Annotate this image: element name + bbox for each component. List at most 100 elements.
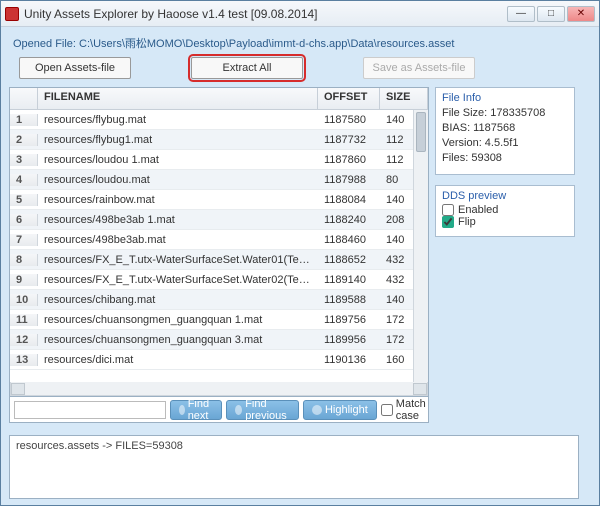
find-next-button[interactable]: Find next <box>170 400 222 420</box>
table-row[interactable]: 12resources/chuansongmen_guangquan 3.mat… <box>10 330 428 350</box>
row-index: 7 <box>10 234 38 246</box>
table-row[interactable]: 11resources/chuansongmen_guangquan 1.mat… <box>10 310 428 330</box>
row-index: 8 <box>10 254 38 266</box>
col-header-offset[interactable]: OFFSET <box>318 88 380 109</box>
window-controls: — □ ✕ <box>505 6 595 22</box>
row-offset: 1189140 <box>318 274 380 286</box>
file-info-bias: BIAS: 1187568 <box>442 121 568 136</box>
row-filename: resources/498be3ab.mat <box>38 234 318 246</box>
row-offset: 1190136 <box>318 354 380 366</box>
row-index: 4 <box>10 174 38 186</box>
row-index: 9 <box>10 274 38 286</box>
dds-preview-panel: DDS preview Enabled Flip <box>435 185 575 237</box>
save-assets-button: Save as Assets-file <box>363 57 475 79</box>
row-offset: 1187580 <box>318 114 380 126</box>
table-row[interactable]: 6resources/498be3ab 1.mat1188240208 <box>10 210 428 230</box>
dds-preview-title: DDS preview <box>442 190 568 202</box>
row-offset: 1187988 <box>318 174 380 186</box>
hscroll-right[interactable] <box>413 383 427 395</box>
hscroll-left[interactable] <box>11 383 25 395</box>
col-header-filename[interactable]: FILENAME <box>38 88 318 109</box>
row-index: 13 <box>10 354 38 366</box>
row-filename: resources/498be3ab 1.mat <box>38 214 318 226</box>
arrow-up-icon <box>235 405 242 415</box>
row-index: 5 <box>10 194 38 206</box>
table-row[interactable]: 1resources/flybug.mat1187580140 <box>10 110 428 130</box>
match-case-checkbox[interactable]: Match case <box>381 398 426 422</box>
titlebar[interactable]: Unity Assets Explorer by Haoose v1.4 tes… <box>1 1 599 27</box>
log-output[interactable]: resources.assets -> FILES=59308 <box>9 435 579 499</box>
find-previous-button[interactable]: Find previous <box>226 400 299 420</box>
grid-body[interactable]: 1resources/flybug.mat11875801402resource… <box>10 110 428 382</box>
match-case-input[interactable] <box>381 404 393 416</box>
row-offset: 1189588 <box>318 294 380 306</box>
row-index: 6 <box>10 214 38 226</box>
main-toolbar: Open Assets-file Extract All Save as Ass… <box>19 57 593 79</box>
table-row[interactable]: 3resources/loudou 1.mat1187860112 <box>10 150 428 170</box>
row-filename: resources/flybug.mat <box>38 114 318 126</box>
app-icon <box>5 7 19 21</box>
dds-enabled-checkbox[interactable]: Enabled <box>442 204 568 216</box>
row-filename: resources/loudou.mat <box>38 174 318 186</box>
window-title: Unity Assets Explorer by Haoose v1.4 tes… <box>24 7 505 21</box>
table-row[interactable]: 2resources/flybug1.mat1187732112 <box>10 130 428 150</box>
left-column: FILENAME OFFSET SIZE 1resources/flybug.m… <box>9 87 429 425</box>
row-index: 12 <box>10 334 38 346</box>
row-index: 11 <box>10 314 38 326</box>
dds-enabled-input[interactable] <box>442 204 454 216</box>
row-filename: resources/chibang.mat <box>38 294 318 306</box>
search-input[interactable] <box>14 401 166 419</box>
col-header-size[interactable]: SIZE <box>380 88 428 109</box>
opened-file-label: Opened File: C:\Users\雨松MOMO\Desktop\Pay… <box>13 35 593 51</box>
row-offset: 1187860 <box>318 154 380 166</box>
row-filename: resources/chuansongmen_guangquan 1.mat <box>38 314 318 326</box>
row-offset: 1188460 <box>318 234 380 246</box>
row-offset: 1188652 <box>318 254 380 266</box>
row-offset: 1187732 <box>318 134 380 146</box>
table-row[interactable]: 8resources/FX_E_T.utx-WaterSurfaceSet.Wa… <box>10 250 428 270</box>
grid-header: FILENAME OFFSET SIZE <box>10 88 428 110</box>
scrollbar-thumb[interactable] <box>416 112 426 152</box>
search-bar: Find next Find previous Highlight Match … <box>9 397 429 423</box>
row-filename: resources/rainbow.mat <box>38 194 318 206</box>
col-header-index[interactable] <box>10 88 38 109</box>
file-grid: FILENAME OFFSET SIZE 1resources/flybug.m… <box>9 87 429 397</box>
table-row[interactable]: 7resources/498be3ab.mat1188460140 <box>10 230 428 250</box>
extract-all-button[interactable]: Extract All <box>191 57 303 79</box>
table-row[interactable]: 9resources/FX_E_T.utx-WaterSurfaceSet.Wa… <box>10 270 428 290</box>
row-index: 2 <box>10 134 38 146</box>
row-filename: resources/FX_E_T.utx-WaterSurfaceSet.Wat… <box>38 274 318 286</box>
file-info-version: Version: 4.5.5f1 <box>442 136 568 151</box>
maximize-button[interactable]: □ <box>537 6 565 22</box>
file-info-title: File Info <box>442 92 568 104</box>
table-row[interactable]: 10resources/chibang.mat1189588140 <box>10 290 428 310</box>
row-offset: 1189756 <box>318 314 380 326</box>
dds-flip-checkbox[interactable]: Flip <box>442 216 568 228</box>
table-row[interactable]: 13resources/dici.mat1190136160 <box>10 350 428 370</box>
vertical-scrollbar[interactable] <box>413 110 428 382</box>
file-info-files: Files: 59308 <box>442 151 568 166</box>
app-window: Unity Assets Explorer by Haoose v1.4 tes… <box>0 0 600 506</box>
arrow-down-icon <box>179 405 185 415</box>
table-row[interactable]: 5resources/rainbow.mat1188084140 <box>10 190 428 210</box>
row-filename: resources/flybug1.mat <box>38 134 318 146</box>
row-filename: resources/chuansongmen_guangquan 3.mat <box>38 334 318 346</box>
table-row[interactable]: 4resources/loudou.mat118798880 <box>10 170 428 190</box>
dds-flip-input[interactable] <box>442 216 454 228</box>
right-column: File Info File Size: 178335708 BIAS: 118… <box>435 87 575 425</box>
minimize-button[interactable]: — <box>507 6 535 22</box>
open-assets-button[interactable]: Open Assets-file <box>19 57 131 79</box>
row-index: 1 <box>10 114 38 126</box>
file-info-size: File Size: 178335708 <box>442 106 568 121</box>
highlight-icon <box>312 405 322 415</box>
row-offset: 1188240 <box>318 214 380 226</box>
row-filename: resources/dici.mat <box>38 354 318 366</box>
horizontal-scrollbar[interactable] <box>10 382 428 396</box>
row-offset: 1188084 <box>318 194 380 206</box>
file-info-panel: File Info File Size: 178335708 BIAS: 118… <box>435 87 575 175</box>
main-row: FILENAME OFFSET SIZE 1resources/flybug.m… <box>9 87 593 425</box>
row-filename: resources/loudou 1.mat <box>38 154 318 166</box>
highlight-button[interactable]: Highlight <box>303 400 377 420</box>
close-button[interactable]: ✕ <box>567 6 595 22</box>
row-index: 3 <box>10 154 38 166</box>
